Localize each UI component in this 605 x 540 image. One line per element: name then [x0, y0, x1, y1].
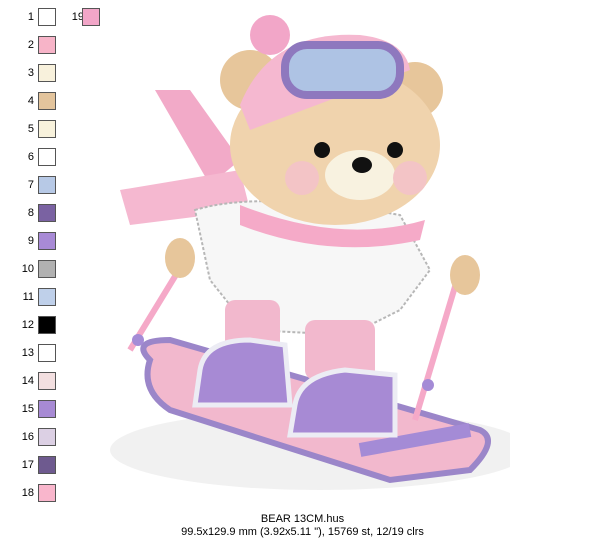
- color-number: 10: [21, 263, 34, 275]
- ski-pole-left-basket: [132, 334, 144, 346]
- color-number: 8: [27, 207, 34, 219]
- color-number: 14: [21, 375, 34, 387]
- color-box: [38, 64, 56, 82]
- color-swatch-17[interactable]: 17: [8, 456, 68, 476]
- nose: [352, 157, 372, 173]
- design-filename: BEAR 13CM.hus: [260, 513, 345, 525]
- color-swatch-18[interactable]: 18: [8, 484, 68, 504]
- color-swatch-11[interactable]: 11: [8, 288, 68, 308]
- color-number: 5: [27, 123, 34, 135]
- color-box: [38, 344, 56, 362]
- color-box: [38, 232, 56, 250]
- color-number: 12: [21, 319, 34, 331]
- color-number: 19: [71, 11, 84, 23]
- ski-pole-right-basket: [422, 379, 434, 391]
- mitten-left: [165, 238, 195, 278]
- color-swatch-9[interactable]: 9: [8, 232, 68, 252]
- beanie-pompom: [250, 15, 290, 55]
- color-box: [38, 8, 56, 26]
- color-box: [38, 148, 56, 166]
- color-swatch-7[interactable]: 7: [8, 176, 68, 196]
- cheek-right: [393, 161, 427, 195]
- color-box: [38, 484, 56, 502]
- color-swatch-1[interactable]: 1: [8, 8, 68, 28]
- color-box: [82, 8, 100, 26]
- cheek-left: [285, 161, 319, 195]
- color-swatch-15[interactable]: 15: [8, 400, 68, 420]
- color-number: 17: [21, 459, 34, 471]
- color-swatch-3[interactable]: 3: [8, 64, 68, 84]
- color-number: 11: [22, 291, 34, 303]
- color-number: 7: [27, 179, 34, 191]
- mitten-right: [450, 255, 480, 295]
- color-number: 6: [27, 151, 34, 163]
- boot-left: [192, 337, 293, 408]
- color-box: [38, 92, 56, 110]
- color-number: 15: [21, 403, 34, 415]
- eye-right: [387, 142, 403, 158]
- color-box: [38, 204, 56, 222]
- color-swatch-16[interactable]: 16: [8, 428, 68, 448]
- color-swatch-6[interactable]: 6: [8, 148, 68, 168]
- color-swatch-5[interactable]: 5: [8, 120, 68, 140]
- color-swatch-4[interactable]: 4: [8, 92, 68, 112]
- color-box: [38, 120, 56, 138]
- color-box: [38, 36, 56, 54]
- color-box: [38, 428, 56, 446]
- ski-pole-right: [412, 269, 463, 421]
- color-box: [38, 260, 56, 278]
- eye-left: [314, 142, 330, 158]
- embroidery-design-preview: [110, 15, 510, 490]
- color-number: 16: [21, 431, 34, 443]
- color-box: [38, 400, 56, 418]
- color-number: 9: [27, 235, 34, 247]
- color-number: 2: [27, 39, 34, 51]
- color-number: 13: [21, 347, 34, 359]
- color-swatch-8[interactable]: 8: [8, 204, 68, 224]
- color-box: [38, 316, 56, 334]
- color-box: [38, 288, 56, 306]
- color-number: 1: [27, 11, 34, 23]
- color-box: [38, 456, 56, 474]
- goggles: [281, 41, 404, 99]
- color-swatch-10[interactable]: 10: [8, 260, 68, 280]
- color-box: [38, 372, 56, 390]
- color-box: [38, 176, 56, 194]
- color-number: 18: [21, 487, 34, 499]
- color-swatch-13[interactable]: 13: [8, 344, 68, 364]
- color-swatch-14[interactable]: 14: [8, 372, 68, 392]
- color-swatch-12[interactable]: 12: [8, 316, 68, 336]
- design-stats: 99.5x129.9 mm (3.92x5.11 "), 15769 st, 1…: [181, 526, 424, 538]
- scarf-tail-back: [155, 90, 240, 185]
- color-swatch-2[interactable]: 2: [8, 36, 68, 56]
- color-number: 4: [27, 95, 34, 107]
- color-number: 3: [27, 67, 34, 79]
